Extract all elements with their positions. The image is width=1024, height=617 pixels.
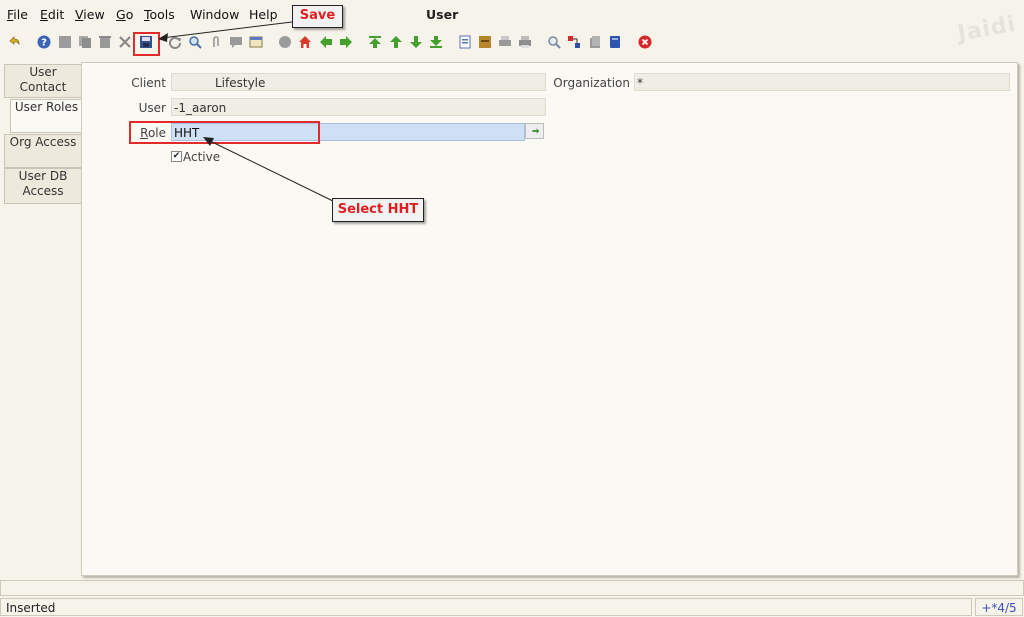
svg-text:?: ? <box>41 38 47 49</box>
tab-org-access[interactable]: Org Access <box>4 134 82 168</box>
menu-file[interactable]: File <box>7 7 28 22</box>
zoom-across-icon[interactable] <box>547 35 561 49</box>
lookup-arrow-icon <box>532 128 540 134</box>
save-highlight-box <box>133 32 160 56</box>
print-icon[interactable] <box>518 35 532 49</box>
detail-record-icon[interactable] <box>339 35 353 49</box>
next-record-icon[interactable] <box>409 35 423 49</box>
exit-icon[interactable] <box>638 35 652 49</box>
save-callout: Save <box>292 5 343 28</box>
product-info-icon[interactable] <box>608 35 622 49</box>
menu-window[interactable]: Window <box>190 7 239 22</box>
menubar: File Edit View Go Tools Window Help User <box>0 0 1024 28</box>
history-icon[interactable] <box>278 35 292 49</box>
tab-user-db-access[interactable]: User DB Access <box>4 168 82 204</box>
copy-icon[interactable] <box>78 35 92 49</box>
request-icon[interactable] <box>588 35 602 49</box>
menu-edit[interactable]: Edit <box>40 7 64 22</box>
user-field[interactable]: -1_aaron <box>171 98 546 116</box>
menu-help[interactable]: Help <box>249 7 278 22</box>
grid-toggle-icon[interactable] <box>249 35 263 49</box>
record-count[interactable]: +*4/5 <box>975 598 1023 616</box>
new-icon[interactable] <box>58 35 72 49</box>
tab-user-contact[interactable]: User Contact <box>4 64 82 98</box>
tab-user-roles[interactable]: User Roles <box>10 99 83 133</box>
first-record-icon[interactable] <box>368 35 382 49</box>
report-icon[interactable] <box>458 35 472 49</box>
role-lookup-button[interactable] <box>525 123 544 139</box>
last-record-icon[interactable] <box>429 35 443 49</box>
home-icon[interactable] <box>298 35 312 49</box>
menu-tools[interactable]: Tools <box>144 7 175 22</box>
attachment-icon[interactable] <box>209 35 223 49</box>
workflow-icon[interactable] <box>567 35 581 49</box>
previous-record-icon[interactable] <box>389 35 403 49</box>
menu-go[interactable]: Go <box>116 7 133 22</box>
refresh-icon[interactable] <box>168 35 182 49</box>
undo-icon[interactable] <box>7 35 21 49</box>
parent-record-icon[interactable] <box>319 35 333 49</box>
delete-icon[interactable] <box>98 35 112 49</box>
role-highlight-box <box>129 121 320 144</box>
organization-field[interactable]: * <box>634 73 1010 91</box>
client-label: Client <box>131 76 166 90</box>
active-label: Active <box>183 150 221 164</box>
select-hht-callout: Select HHT <box>332 198 424 222</box>
chat-icon[interactable] <box>229 35 243 49</box>
user-label: User <box>138 101 166 115</box>
client-field[interactable]: Lifestyle <box>171 73 546 91</box>
archive-icon[interactable] <box>478 35 492 49</box>
status-strip <box>0 580 1024 596</box>
active-checkbox[interactable]: ✔ <box>171 151 182 162</box>
status-message: Inserted <box>0 598 972 616</box>
menu-view[interactable]: View <box>75 7 105 22</box>
print-preview-icon[interactable] <box>498 35 512 49</box>
organization-label: Organization <box>553 76 630 90</box>
delete-selection-icon[interactable] <box>118 35 132 49</box>
help-icon[interactable]: ? <box>37 35 51 49</box>
find-icon[interactable] <box>188 35 202 49</box>
window-title: User <box>426 7 459 22</box>
